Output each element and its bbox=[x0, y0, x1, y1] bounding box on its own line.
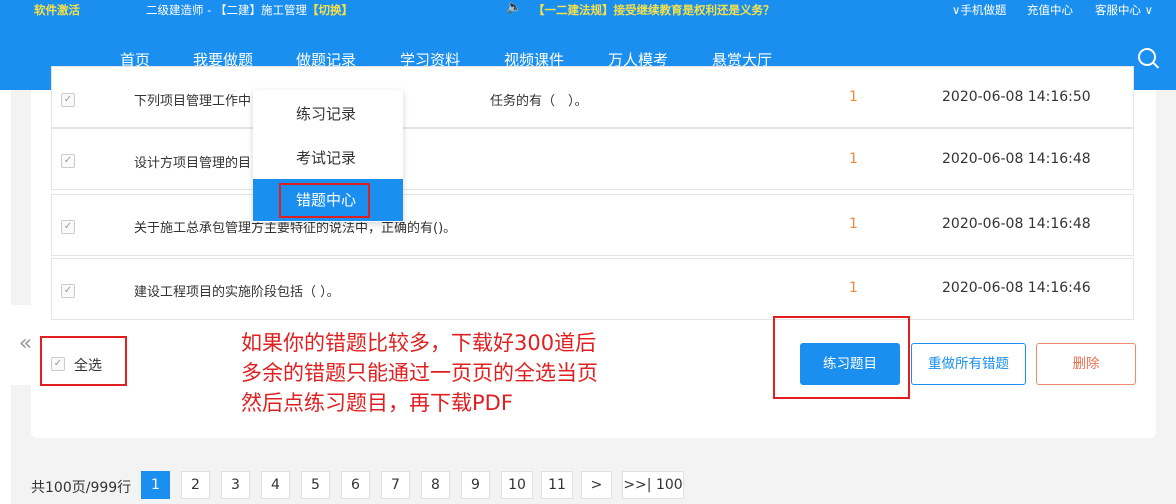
row-checkbox[interactable]: ✓ bbox=[61, 220, 75, 234]
note-line: 如果你的错题比较多，下载好300道后 bbox=[241, 331, 597, 355]
page-button[interactable]: 3 bbox=[221, 471, 250, 499]
table-row: ✓ 建设工程项目的实施阶段包括（ ）。 1 2020-06-08 14:16:4… bbox=[51, 258, 1134, 320]
page-button[interactable]: 8 bbox=[421, 471, 450, 499]
wrong-count: 1 bbox=[849, 280, 858, 296]
record-time: 2020-06-08 14:16:48 bbox=[942, 151, 1091, 167]
wrong-count: 1 bbox=[849, 89, 858, 105]
page-button[interactable]: 7 bbox=[381, 471, 410, 499]
page-button[interactable]: 2 bbox=[181, 471, 210, 499]
record-time: 2020-06-08 14:16:50 bbox=[942, 89, 1091, 105]
table-row: ✓ 设计方项目管理的目 1 2020-06-08 14:16:48 bbox=[51, 128, 1134, 190]
speaker-icon: 🔈 bbox=[506, 0, 523, 15]
notice-link[interactable]: 【一二建法规】接受继续教育是权利还是义务？ bbox=[533, 2, 775, 18]
row-checkbox[interactable]: ✓ bbox=[61, 93, 75, 107]
exam-label: 二级建造师 - bbox=[146, 3, 215, 17]
page-button[interactable]: 5 bbox=[301, 471, 330, 499]
delete-button[interactable]: 删除 bbox=[1036, 343, 1136, 385]
redo-all-button[interactable]: 重做所有错题 bbox=[911, 343, 1026, 385]
highlight-box-select-all bbox=[40, 336, 127, 386]
search-icon[interactable] bbox=[1138, 48, 1156, 66]
course-selector: 二级建造师 - 【二建】施工管理【切换】 bbox=[146, 2, 353, 18]
note-line: 多余的错题只能通过一页页的全选当页 bbox=[241, 361, 598, 385]
recharge-link[interactable]: 充值中心 bbox=[1027, 2, 1073, 18]
row-checkbox[interactable]: ✓ bbox=[61, 284, 75, 298]
record-time: 2020-06-08 14:16:48 bbox=[942, 216, 1091, 232]
page-button[interactable]: 10 bbox=[501, 471, 533, 499]
wrong-count: 1 bbox=[849, 216, 858, 232]
pagination-summary: 共100页/999行 bbox=[31, 480, 132, 496]
switch-link[interactable]: 【切换】 bbox=[307, 3, 353, 17]
question-title-tail: 任务的有（ ）。 bbox=[490, 94, 588, 109]
table-row: ✓ 下列项目管理工作中 任务的有（ ）。 1 2020-06-08 14:16:… bbox=[51, 66, 1134, 128]
customer-service-link[interactable]: 客服中心 ∨ bbox=[1095, 2, 1153, 18]
highlight-box-wrong-center bbox=[279, 183, 370, 218]
table-row: ✓ 关于施工总承包管理方主要特征的说法中，正确的有()。 1 2020-06-0… bbox=[51, 194, 1134, 256]
menu-item-exam-records[interactable]: 考试记录 bbox=[253, 137, 403, 179]
activate-link[interactable]: 软件激活 bbox=[34, 2, 80, 18]
highlight-box-practice bbox=[773, 316, 910, 399]
instruction-note: 如果你的错题比较多，下载好300道后 多余的错题只能通过一页页的全选当页 然后点… bbox=[241, 328, 598, 418]
mobile-practice-link[interactable]: ∨手机做题 bbox=[952, 2, 1006, 18]
left-sidebar-edge bbox=[0, 90, 11, 504]
last-page-button[interactable]: >>| 100 bbox=[622, 471, 684, 499]
wrong-count: 1 bbox=[849, 151, 858, 167]
record-time: 2020-06-08 14:16:46 bbox=[942, 280, 1091, 296]
question-title[interactable]: 设计方项目管理的目 bbox=[134, 152, 251, 171]
question-title[interactable]: 下列项目管理工作中 bbox=[134, 90, 251, 109]
note-line: 然后点练习题目，再下载PDF bbox=[241, 391, 513, 415]
next-page-button[interactable]: > bbox=[581, 471, 612, 499]
page-button[interactable]: 1 bbox=[141, 471, 170, 499]
page-button[interactable]: 6 bbox=[341, 471, 370, 499]
question-title[interactable]: 建设工程项目的实施阶段包括（ ）。 bbox=[134, 281, 340, 300]
menu-item-practice-records[interactable]: 练习记录 bbox=[253, 93, 403, 135]
page-button[interactable]: 11 bbox=[541, 471, 573, 499]
page-button[interactable]: 9 bbox=[461, 471, 490, 499]
page-button[interactable]: 4 bbox=[261, 471, 290, 499]
course-label: 【二建】施工管理 bbox=[214, 3, 307, 17]
row-checkbox[interactable]: ✓ bbox=[61, 154, 75, 168]
